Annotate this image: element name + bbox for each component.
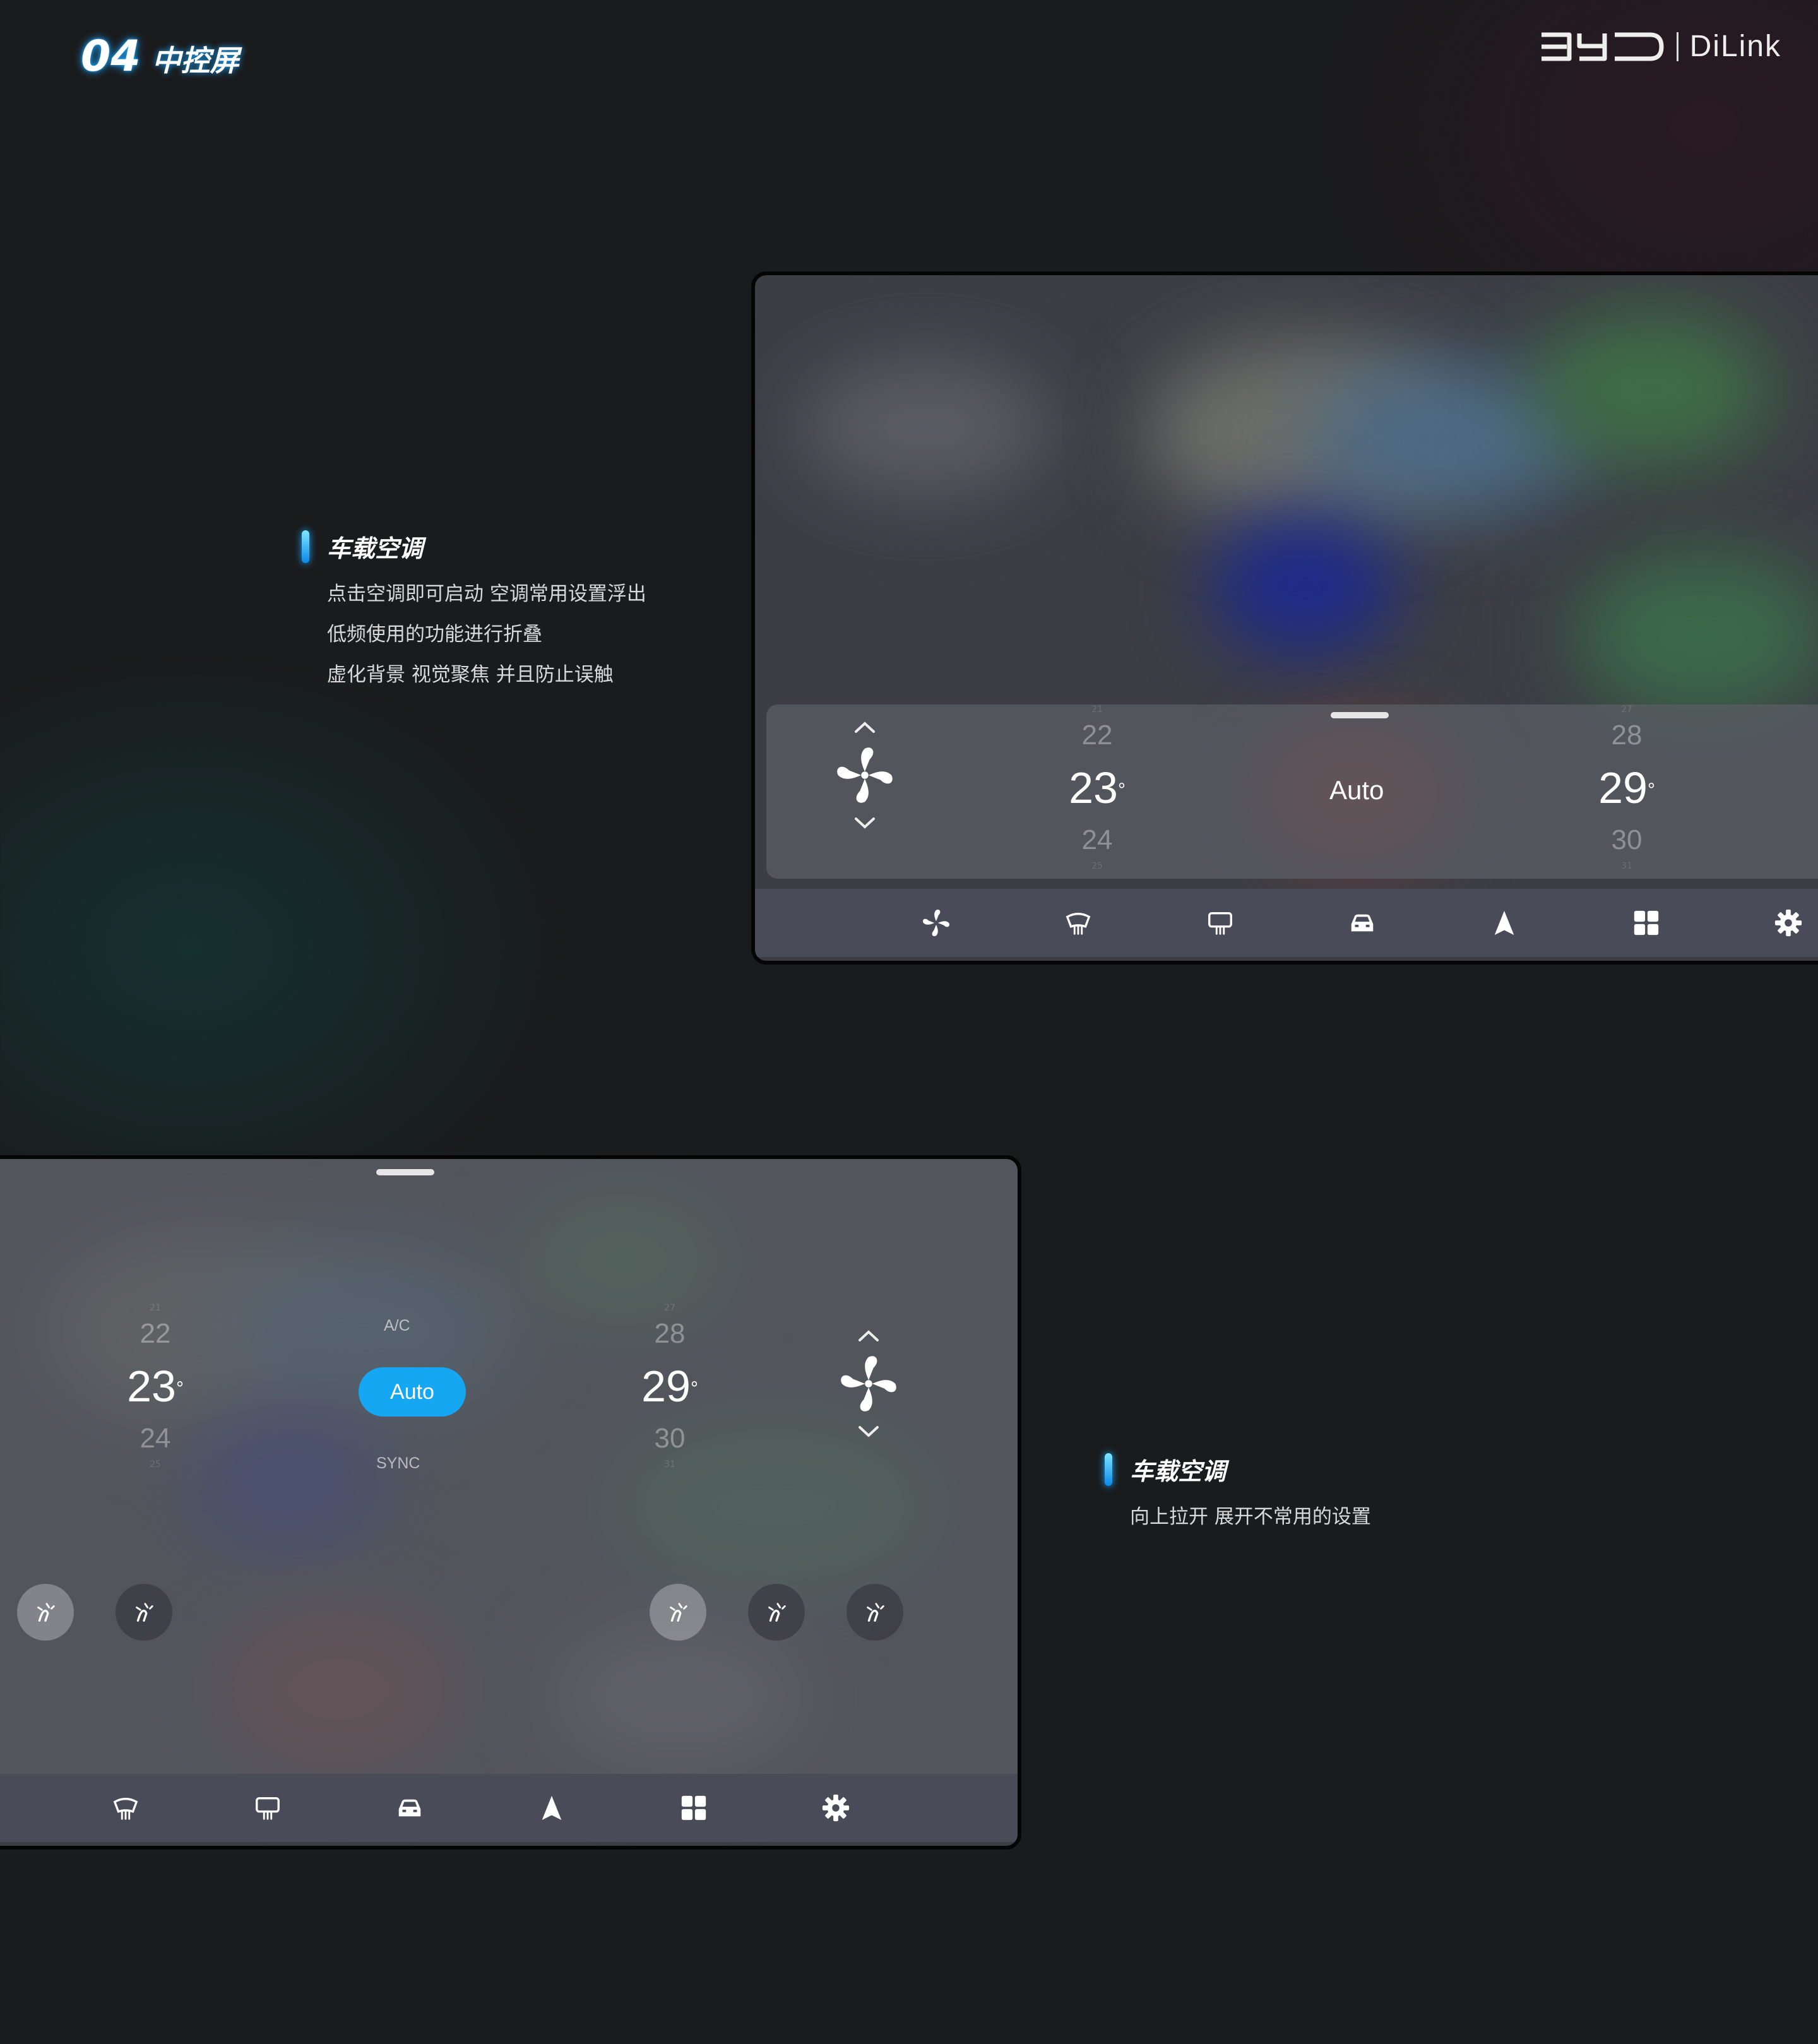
auto-mode-label[interactable]: Auto [1329, 775, 1384, 805]
seat-airflow-icon [768, 1603, 786, 1622]
seat-airflow-button[interactable] [748, 1584, 805, 1641]
fan-speed-control [838, 1329, 899, 1438]
bottom-dock [755, 889, 1818, 957]
auto-button[interactable]: Auto [359, 1367, 466, 1417]
seat-airflow-button[interactable] [17, 1584, 74, 1641]
desc-top-line-2: 低频使用的功能进行折叠 [327, 623, 542, 646]
temp-faint-below: 25 [1091, 861, 1103, 871]
car-icon[interactable] [1348, 908, 1377, 937]
chevron-down-icon[interactable] [854, 817, 876, 829]
accent-bar [302, 530, 309, 563]
brand-logo: DiLink [1539, 29, 1781, 64]
accent-bar [1105, 1453, 1112, 1486]
seat-airflow-button[interactable] [116, 1584, 172, 1641]
temp-faint-above: 27 [1621, 704, 1632, 715]
temp-faint-below: 31 [664, 1459, 675, 1470]
screen-expanded: 21 22 23° 24 25 A/C Auto SYNC 27 28 29° … [0, 1155, 1021, 1850]
desc-top-line-3: 虚化背景 视觉聚焦 并且防止误触 [327, 663, 614, 686]
fan-icon[interactable] [835, 745, 895, 805]
front-defrost-icon[interactable] [111, 1793, 140, 1822]
chevron-down-icon[interactable] [858, 1425, 879, 1438]
desc-bottom: 车载空调 向上拉开 展开不常用的设置 [1105, 1452, 1371, 1537]
temp-option-up[interactable]: 22 [1082, 715, 1113, 756]
temp-faint-below: 31 [1621, 861, 1632, 871]
degree-symbol: ° [1647, 780, 1655, 800]
byd-logo-icon [1541, 32, 1664, 61]
temp-faint-above: 21 [150, 1303, 161, 1313]
driver-temp-picker[interactable]: 21 22 23° 24 25 [1047, 704, 1148, 871]
degree-symbol: ° [1117, 780, 1126, 800]
climate-expanded-panel: 21 22 23° 24 25 A/C Auto SYNC 27 28 29° … [0, 1159, 1018, 1778]
temp-option-down[interactable]: 30 [655, 1418, 686, 1459]
seat-airflow-button[interactable] [847, 1584, 903, 1641]
temp-current: 29° [1598, 756, 1655, 819]
section-name: 中控屏 [152, 44, 239, 78]
temp-faint-above: 27 [664, 1303, 675, 1313]
degree-symbol: ° [690, 1378, 698, 1399]
seat-airflow-icon [37, 1603, 55, 1622]
passenger-temp-picker[interactable]: 27 28 29° 30 31 [619, 1303, 720, 1470]
temp-faint-below: 25 [150, 1459, 161, 1470]
dilink-wordmark: DiLink [1689, 30, 1781, 63]
desc-top-title: 车载空调 [327, 535, 424, 562]
temp-option-up[interactable]: 28 [1612, 715, 1643, 756]
seat-airflow-icon [136, 1603, 153, 1622]
chevron-up-icon[interactable] [858, 1329, 879, 1342]
screen-collapsed: 21 22 23° 24 25 Auto 27 28 29° 30 31 [751, 271, 1818, 965]
seat-airflow-icon [867, 1603, 884, 1622]
temp-option-down[interactable]: 24 [140, 1418, 171, 1459]
temp-faint-above: 21 [1091, 704, 1103, 715]
seat-airflow-button[interactable] [650, 1584, 706, 1641]
temp-option-up[interactable]: 22 [140, 1313, 171, 1355]
degree-symbol: ° [175, 1378, 184, 1399]
car-icon[interactable] [395, 1793, 424, 1822]
seat-airflow-icon [670, 1603, 687, 1622]
sync-label[interactable]: SYNC [376, 1454, 420, 1473]
fan-icon[interactable] [838, 1353, 899, 1414]
temp-value: 23 [1069, 763, 1118, 812]
section-number: 04 [81, 32, 141, 81]
climate-quick-panel: 21 22 23° 24 25 Auto 27 28 29° 30 31 [766, 704, 1818, 879]
settings-icon[interactable] [1774, 908, 1803, 937]
fan-icon[interactable] [922, 908, 951, 937]
rear-defrost-icon[interactable] [1206, 908, 1235, 937]
temp-current: 23° [1069, 756, 1126, 819]
apps-icon[interactable] [1632, 908, 1661, 937]
temp-value: 29 [1598, 763, 1648, 812]
desc-bottom-title: 车载空调 [1130, 1458, 1227, 1485]
driver-temp-picker[interactable]: 21 22 23° 24 25 [105, 1303, 206, 1470]
drag-handle[interactable] [376, 1169, 434, 1175]
desc-top-line-1: 点击空调即可启动 空调常用设置浮出 [327, 583, 646, 605]
temp-option-down[interactable]: 30 [1612, 819, 1643, 861]
rear-defrost-icon[interactable] [253, 1793, 282, 1822]
drag-handle[interactable] [1331, 712, 1389, 718]
brand-separator [1676, 32, 1678, 61]
desc-bottom-line-1: 向上拉开 展开不常用的设置 [1130, 1506, 1371, 1528]
chevron-up-icon[interactable] [854, 721, 876, 734]
temp-value: 29 [641, 1362, 691, 1411]
temp-option-down[interactable]: 24 [1082, 819, 1113, 861]
section-title: 04 中控屏 [81, 32, 239, 81]
settings-icon[interactable] [821, 1793, 850, 1822]
passenger-temp-picker[interactable]: 27 28 29° 30 31 [1576, 704, 1677, 871]
temp-value: 23 [127, 1362, 176, 1411]
navigation-icon[interactable] [1490, 908, 1519, 937]
temp-current: 23° [127, 1355, 184, 1418]
desc-top: 车载空调 点击空调即可启动 空调常用设置浮出 低频使用的功能进行折叠 虚化背景 … [302, 529, 646, 695]
front-defrost-icon[interactable] [1064, 908, 1093, 937]
navigation-icon[interactable] [537, 1793, 566, 1822]
ac-label[interactable]: A/C [384, 1317, 410, 1335]
fan-speed-control [835, 721, 895, 829]
temp-option-up[interactable]: 28 [655, 1313, 686, 1355]
temp-current: 29° [641, 1355, 698, 1418]
apps-icon[interactable] [679, 1793, 708, 1822]
bottom-dock [0, 1774, 1018, 1842]
